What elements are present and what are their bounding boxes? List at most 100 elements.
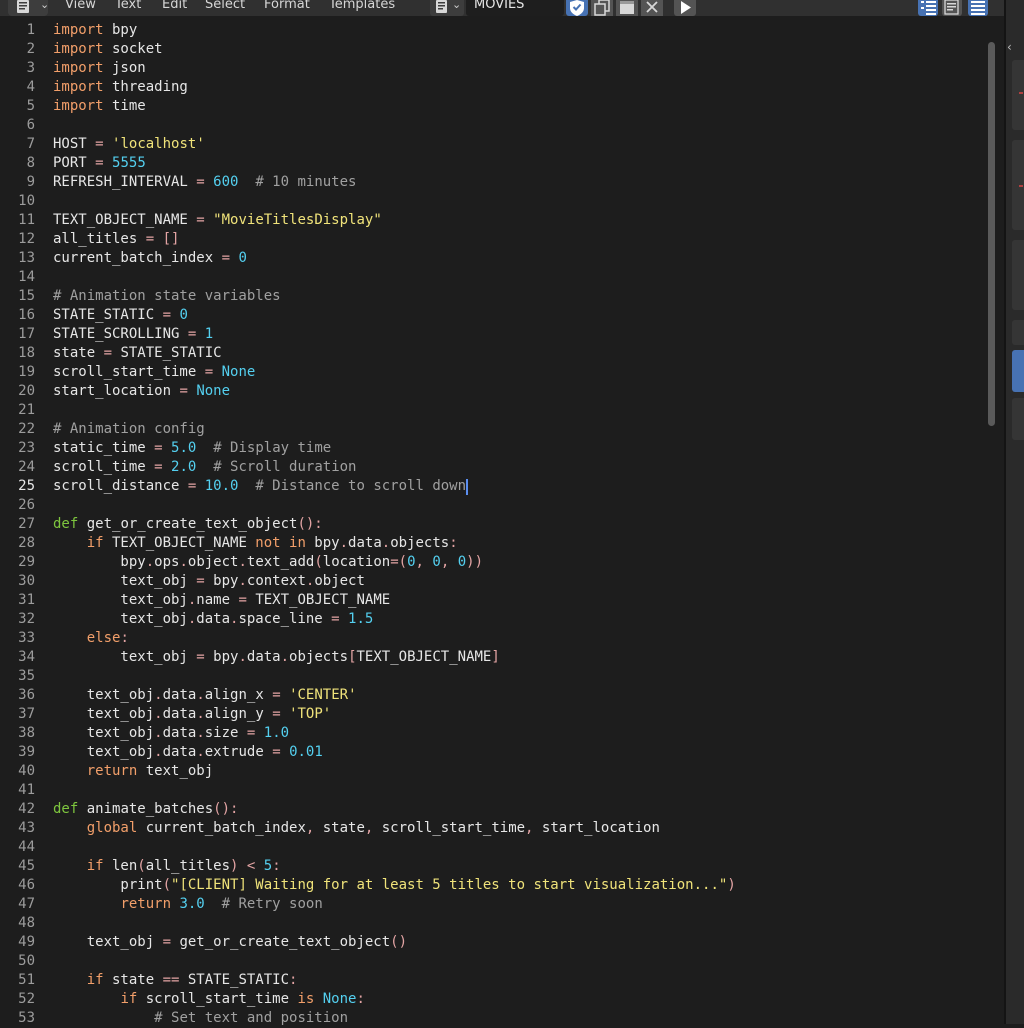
code-line[interactable]: # Set text and position <box>53 1009 348 1028</box>
code-line[interactable]: STATE_STATIC = 0 <box>53 306 188 325</box>
code-line[interactable]: return 3.0 # Retry soon <box>53 895 322 914</box>
code-line[interactable]: start_location = None <box>53 382 230 401</box>
side-tab[interactable] <box>1012 320 1024 345</box>
number-token: 3.0 <box>179 896 205 912</box>
code-editor[interactable]: 1 2 3 4 5 6 7 8 9 10 11 12 13 14 15 16 17 18 19 20 21 22 23 24 2… <box>0 16 1004 1026</box>
code-line[interactable]: text_obj.data.extrude = 0.01 <box>53 743 323 762</box>
code-token: current_batch_index <box>53 250 222 266</box>
code-line[interactable]: scroll_start_time = None <box>53 363 255 382</box>
side-tab[interactable] <box>1012 240 1024 310</box>
unlink-button[interactable] <box>641 0 663 16</box>
code-line[interactable]: text_obj.data.align_y = 'TOP' <box>53 705 332 724</box>
code-token: context <box>246 573 306 589</box>
code-token: scroll_start_time <box>53 364 205 380</box>
code-line[interactable]: if len(all_titles) < 5: <box>53 857 281 876</box>
code-line[interactable]: import time <box>53 97 146 116</box>
number-token: 0 <box>238 250 247 266</box>
code-line[interactable]: text_obj = bpy.data.objects[TEXT_OBJECT_… <box>53 648 500 667</box>
code-line[interactable]: current_batch_index = 0 <box>53 249 247 268</box>
code-line[interactable]: global current_batch_index, state, scrol… <box>53 819 660 838</box>
code-token: json <box>103 60 146 76</box>
duplicate-icon <box>594 0 610 16</box>
code-line[interactable]: # Animation state variables <box>53 287 281 306</box>
code-token: animate_batches <box>78 801 214 817</box>
code-token: ops <box>154 554 180 570</box>
code-line[interactable]: TEXT_OBJECT_NAME = "MovieTitlesDisplay" <box>53 211 382 230</box>
side-tab-active[interactable] <box>1012 350 1024 392</box>
chevron-down-icon: ⌄ <box>452 0 462 11</box>
operator-token: . <box>238 554 247 570</box>
code-area[interactable]: import bpy import socket import json import… <box>0 16 990 1026</box>
comment-token: # Animation state variables <box>53 288 281 304</box>
keyword-token: if <box>86 858 104 874</box>
code-line[interactable]: REFRESH_INTERVAL = 600 # 10 minutes <box>53 173 356 192</box>
chevron-left-icon[interactable]: ‹ <box>1007 40 1012 54</box>
menu-templates[interactable]: Templates <box>329 0 395 14</box>
menu-text[interactable]: Text <box>115 0 141 14</box>
code-line[interactable]: # Animation config <box>53 420 205 439</box>
text-block-browse-button[interactable]: ⌄ <box>430 0 464 16</box>
code-line[interactable]: else: <box>53 629 129 648</box>
operator-token: (): <box>213 801 239 817</box>
text-block-name-field[interactable]: MOVIES <box>466 0 564 16</box>
code-line[interactable]: import json <box>53 59 146 78</box>
code-line[interactable]: print("[CLIENT] Waiting for at least 5 t… <box>53 876 735 895</box>
duplicate-button[interactable] <box>591 0 613 16</box>
run-script-button[interactable] <box>674 0 696 16</box>
operator-token: ] <box>491 649 500 665</box>
text-cursor <box>466 479 469 495</box>
code-line[interactable]: HOST = 'localhost' <box>53 135 205 154</box>
number-token: 0 <box>457 554 467 570</box>
code-line[interactable]: import socket <box>53 40 163 59</box>
code-line[interactable]: return text_obj <box>53 762 213 781</box>
code-line[interactable]: if state == STATE_STATIC: <box>53 971 298 990</box>
code-line[interactable]: state = STATE_STATIC <box>53 344 222 363</box>
code-line[interactable]: import threading <box>53 78 188 97</box>
menu-select[interactable]: Select <box>205 0 245 14</box>
code-token: all_titles <box>53 231 146 247</box>
close-icon <box>646 1 658 13</box>
code-line[interactable]: text_obj.data.size = 1.0 <box>53 724 289 743</box>
code-line[interactable]: text_obj = bpy.context.object <box>53 572 365 591</box>
code-line[interactable]: PORT = 5555 <box>53 154 146 173</box>
code-line[interactable]: def animate_batches(): <box>53 800 238 819</box>
side-tab[interactable] <box>1012 398 1024 440</box>
region-divider[interactable] <box>1004 0 1006 1024</box>
code-line[interactable]: scroll_distance = 10.0 # Distance to scr… <box>53 477 466 496</box>
menu-edit[interactable]: Edit <box>162 0 187 14</box>
number-token: 5 <box>263 858 273 874</box>
code-line[interactable]: text_obj.name = TEXT_OBJECT_NAME <box>53 591 390 610</box>
side-tab[interactable] <box>1012 60 1024 130</box>
code-token: text_obj <box>53 934 163 950</box>
code-token: start_location <box>53 383 180 399</box>
menu-format[interactable]: Format <box>264 0 310 14</box>
code-line[interactable]: def get_or_create_text_object(): <box>53 515 323 534</box>
code-line[interactable]: STATE_SCROLLING = 1 <box>53 325 213 344</box>
editor-type-button[interactable]: ⌄ <box>8 0 49 16</box>
code-line[interactable]: if scroll_start_time is None: <box>53 990 364 1009</box>
code-line[interactable]: static_time = 5.0 # Display time <box>53 439 331 458</box>
code-line[interactable]: text_obj = get_or_create_text_object() <box>53 933 407 952</box>
menu-view[interactable]: View <box>65 0 96 14</box>
code-token: state <box>103 972 163 988</box>
syntax-highlight-toggle[interactable] <box>968 0 988 16</box>
string-token: 'CENTER' <box>289 687 357 703</box>
code-line[interactable]: all_titles = [] <box>53 230 179 249</box>
word-wrap-toggle[interactable] <box>942 0 962 16</box>
new-text-button[interactable] <box>616 0 638 16</box>
line-numbers-toggle[interactable] <box>918 0 938 16</box>
vertical-scrollbar[interactable] <box>988 42 995 426</box>
code-line[interactable]: bpy.ops.object.text_add(location=(0, 0, … <box>53 553 483 572</box>
fake-user-button[interactable] <box>566 0 588 16</box>
code-line[interactable]: import bpy <box>53 21 137 40</box>
code-line[interactable]: if TEXT_OBJECT_NAME not in bpy.data.obje… <box>53 534 458 553</box>
string-token: 'TOP' <box>289 706 332 722</box>
string-token: "MovieTitlesDisplay" <box>213 212 382 228</box>
code-line[interactable]: text_obj.data.align_x = 'CENTER' <box>53 686 357 705</box>
code-line[interactable]: scroll_time = 2.0 # Scroll duration <box>53 458 356 477</box>
code-line[interactable]: text_obj.data.space_line = 1.5 <box>53 610 373 629</box>
